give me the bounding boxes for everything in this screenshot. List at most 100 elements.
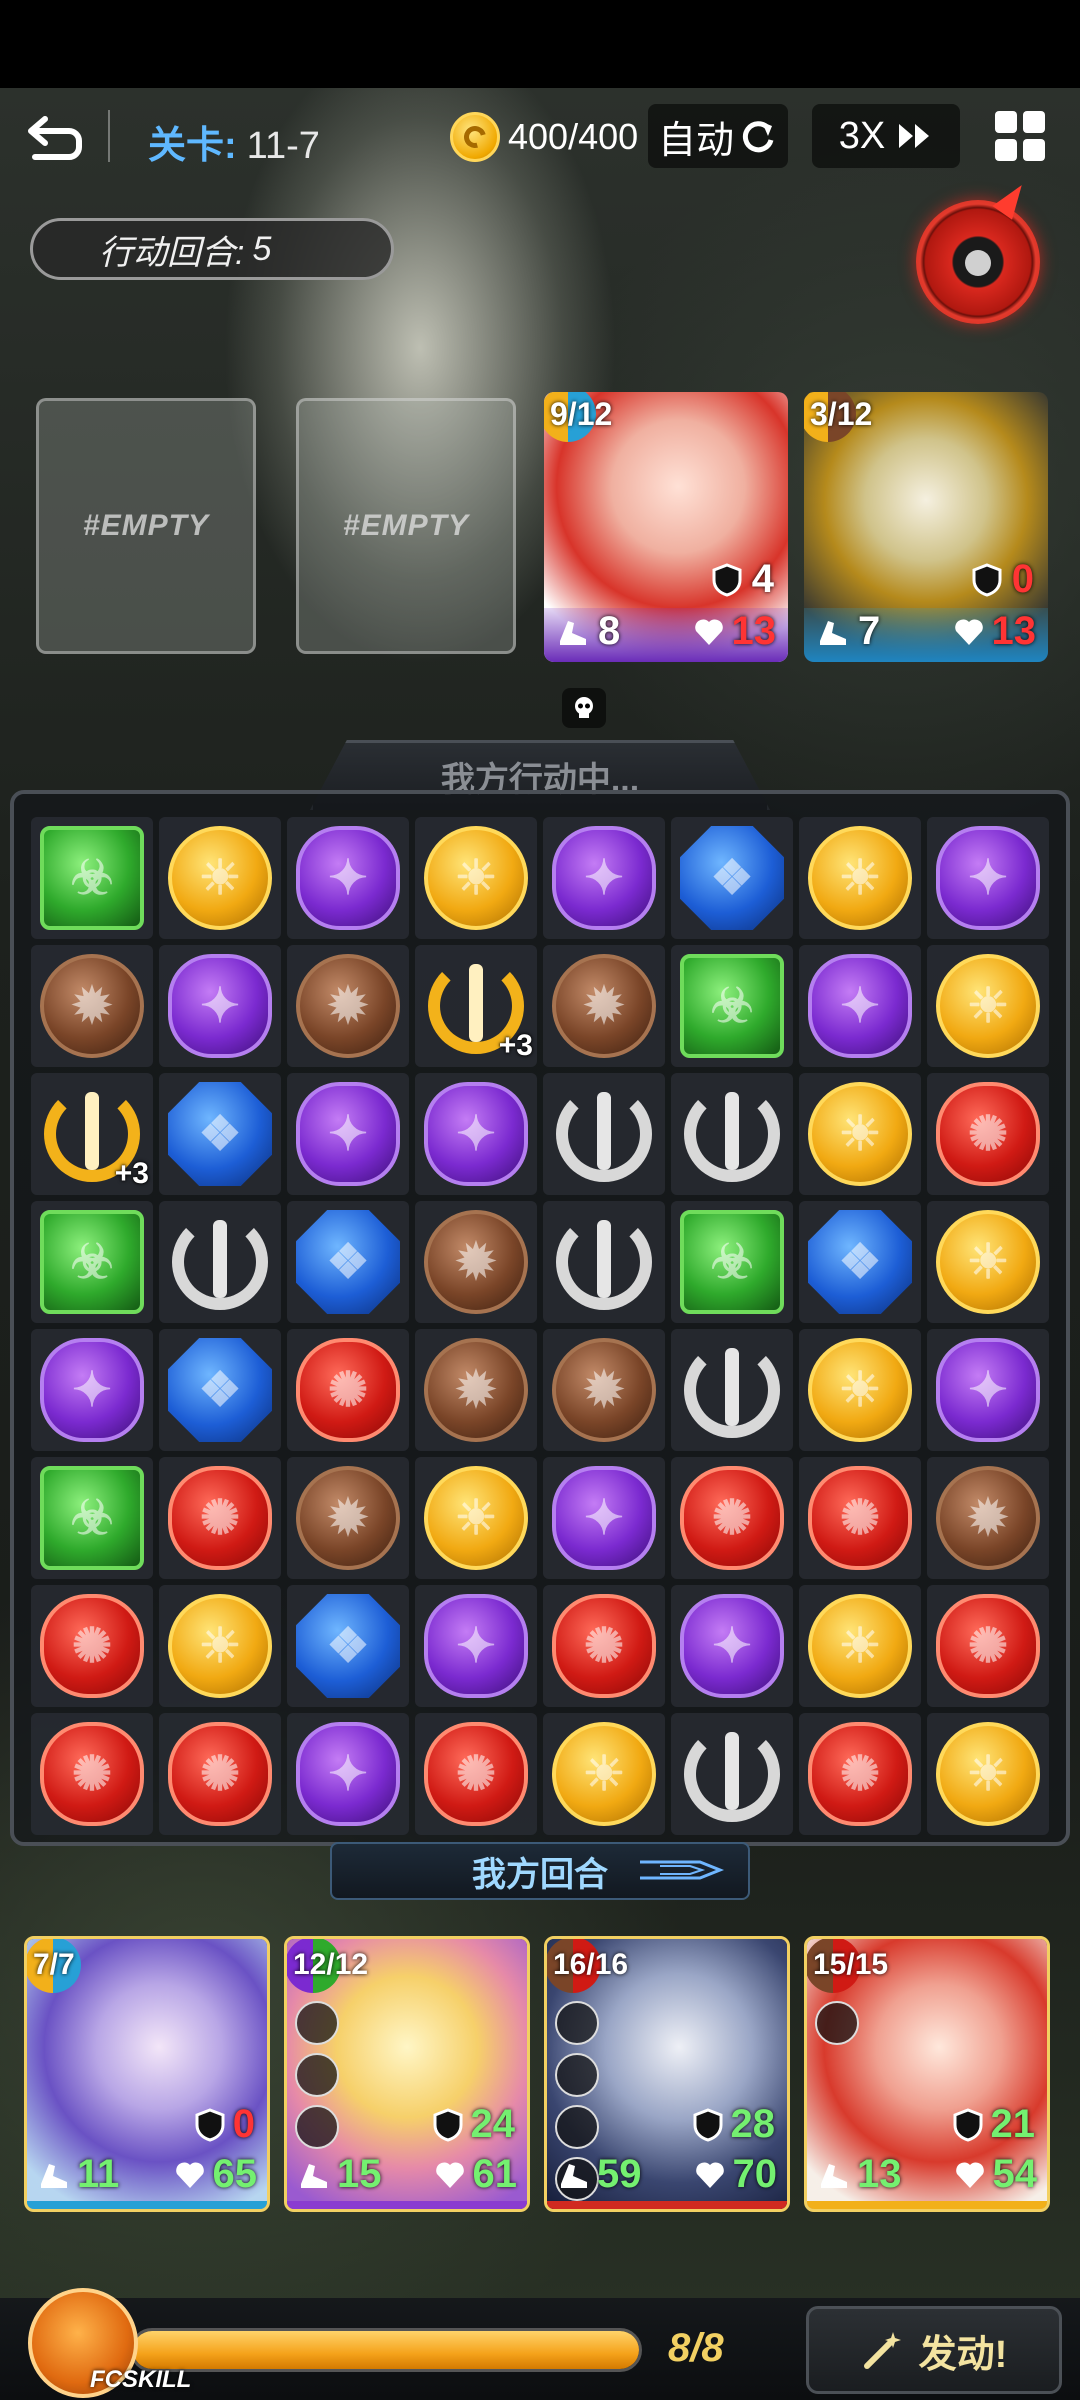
board-cell[interactable]: ✹ (543, 1329, 665, 1451)
board-cell[interactable]: ✦ (415, 1073, 537, 1195)
board-cell[interactable]: ✦ (927, 817, 1049, 939)
board-cell[interactable]: ❖ (671, 817, 793, 939)
board-cell[interactable]: ☣ (671, 1201, 793, 1323)
board-cell[interactable]: ☀ (415, 817, 537, 939)
purple-gem: ✦ (552, 826, 656, 930)
attack-stat: 13 (817, 2152, 902, 2197)
board-cell[interactable]: ✹ (415, 1329, 537, 1451)
board-cell[interactable]: ❖ (287, 1585, 409, 1707)
purple-gem: ✦ (424, 1594, 528, 1698)
board-cell[interactable]: ✺ (543, 1585, 665, 1707)
board-cell[interactable]: ☀ (799, 817, 921, 939)
board-cell[interactable]: ✦ (543, 817, 665, 939)
board-cell[interactable]: ✦ (31, 1329, 153, 1451)
yellow-gem: ☀ (808, 1594, 912, 1698)
board-cell[interactable]: ✺ (159, 1457, 281, 1579)
board-cell[interactable]: ☀ (543, 1713, 665, 1835)
board-cell[interactable]: ☀ (799, 1585, 921, 1707)
brown-gem: ✹ (40, 954, 144, 1058)
defense-stat: 0 (970, 557, 1034, 602)
board-cell[interactable]: ✺ (927, 1073, 1049, 1195)
board-cell[interactable]: ✹ (543, 945, 665, 1067)
hero-card-2[interactable]: 12/12 24 15 61 (284, 1936, 530, 2212)
board-cell[interactable]: ✺ (31, 1585, 153, 1707)
purple-gem: ✦ (40, 1338, 144, 1442)
hero-card-3[interactable]: 16/16 28 59 70 (544, 1936, 790, 2212)
enemy-card-2[interactable]: 3/12 0 7 13 (804, 392, 1048, 662)
board-cell[interactable]: ☀ (927, 945, 1049, 1067)
board-cell[interactable]: +3 (31, 1073, 153, 1195)
bird-skill-icon (295, 2001, 339, 2045)
board-cell[interactable]: ✦ (415, 1585, 537, 1707)
menu-button[interactable] (980, 104, 1060, 168)
board-cell[interactable]: ✺ (415, 1713, 537, 1835)
element-strip (287, 2201, 527, 2209)
board-cell[interactable]: ☀ (799, 1329, 921, 1451)
board-cell[interactable]: ✹ (31, 945, 153, 1067)
boot-icon (560, 620, 586, 645)
board-cell[interactable]: ✦ (543, 1457, 665, 1579)
board-cell[interactable]: ✦ (287, 817, 409, 939)
shield-icon (972, 562, 1002, 597)
board-cell[interactable]: +3 (415, 945, 537, 1067)
board-cell[interactable]: ✹ (927, 1457, 1049, 1579)
board-cell[interactable]: ☣ (671, 945, 793, 1067)
board-cell[interactable]: ✺ (671, 1457, 793, 1579)
board-cell[interactable]: ☀ (415, 1457, 537, 1579)
board-cell[interactable]: ☀ (799, 1073, 921, 1195)
green-gem: ☣ (40, 1466, 144, 1570)
back-button[interactable] (20, 108, 90, 168)
shield-icon (693, 2107, 722, 2142)
board-cell[interactable]: ✦ (671, 1585, 793, 1707)
enemy-card-1[interactable]: 9/12 4 8 13 (544, 392, 788, 662)
purple-gem: ✦ (552, 1466, 656, 1570)
board-cell[interactable]: ❖ (159, 1329, 281, 1451)
board-cell[interactable]: ✦ (287, 1073, 409, 1195)
board-cell[interactable]: ☀ (159, 817, 281, 939)
board-cell[interactable]: ✺ (159, 1713, 281, 1835)
board-cell[interactable]: ❖ (799, 1201, 921, 1323)
board-cell[interactable] (159, 1201, 281, 1323)
board-cell[interactable] (671, 1329, 793, 1451)
purple-gem: ✦ (936, 826, 1040, 930)
board-cell[interactable] (543, 1201, 665, 1323)
purple-gem: ✦ (296, 826, 400, 930)
element-strip (807, 2201, 1047, 2209)
purple-gem: ✦ (296, 1082, 400, 1186)
board-cell[interactable]: ☀ (159, 1585, 281, 1707)
board-cell[interactable]: ✹ (287, 1457, 409, 1579)
auto-button[interactable]: 自动 (648, 104, 788, 168)
board-cell[interactable]: ✦ (799, 945, 921, 1067)
board-cell[interactable]: ✦ (159, 945, 281, 1067)
green-gem: ☣ (40, 826, 144, 930)
board-cell[interactable] (671, 1713, 793, 1835)
hero-card-4[interactable]: 15/15 21 13 54 (804, 1936, 1050, 2212)
blue-gem: ❖ (296, 1594, 400, 1698)
board-cell[interactable]: ☀ (927, 1201, 1049, 1323)
charge-badge: 9/12 (544, 392, 622, 442)
board-cell[interactable]: ☣ (31, 1201, 153, 1323)
board-cell[interactable]: ☣ (31, 1457, 153, 1579)
board-cell[interactable]: ✹ (287, 945, 409, 1067)
speed-button[interactable]: 3X (812, 104, 960, 168)
board-cell[interactable]: ✺ (799, 1713, 921, 1835)
board-cell[interactable]: ✺ (799, 1457, 921, 1579)
board-cell[interactable]: ☀ (927, 1713, 1049, 1835)
attack-stat: 59 (557, 2152, 642, 2197)
board-cell[interactable]: ✺ (287, 1329, 409, 1451)
board-cell[interactable]: ✹ (415, 1201, 537, 1323)
board-cell[interactable]: ☣ (31, 817, 153, 939)
board-cell[interactable]: ❖ (287, 1201, 409, 1323)
launch-button[interactable]: 发动! (806, 2306, 1062, 2394)
board-cell[interactable] (671, 1073, 793, 1195)
board-cell[interactable] (543, 1073, 665, 1195)
board-cell[interactable]: ❖ (159, 1073, 281, 1195)
board-cell[interactable]: ✺ (31, 1713, 153, 1835)
board-cell[interactable]: ✦ (287, 1713, 409, 1835)
board-cell[interactable]: ✦ (927, 1329, 1049, 1451)
brown-gem: ✹ (296, 954, 400, 1058)
silver-gem (168, 1210, 272, 1314)
hero-card-1[interactable]: 7/7 0 11 65 (24, 1936, 270, 2212)
board-cell[interactable]: ✺ (927, 1585, 1049, 1707)
brown-gem: ✹ (936, 1466, 1040, 1570)
